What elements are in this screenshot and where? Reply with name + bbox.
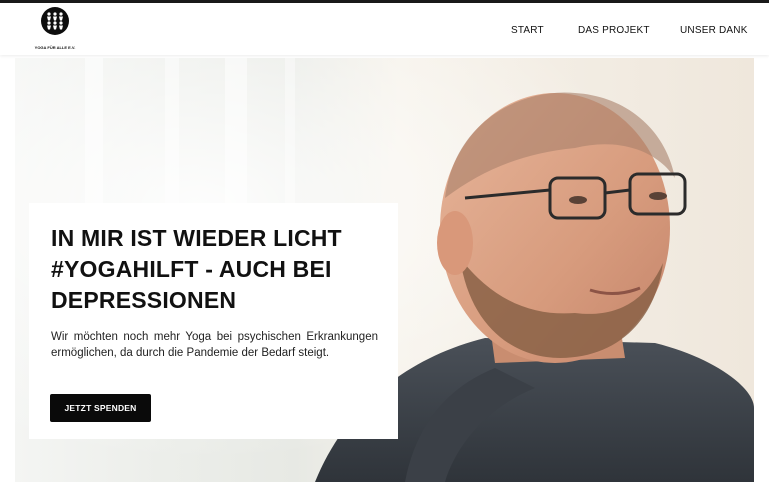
hero-headline: IN MIR IST WIEDER LICHT #YOGAHILFT - AUC… [51,225,342,313]
nav-start[interactable]: START [511,25,544,36]
site-logo[interactable]: YOGA FÜR ALLE E.V. [32,7,76,53]
hero-section: IN MIR IST WIEDER LICHT #YOGAHILFT - AUC… [15,58,754,482]
logo-badge-icon [41,7,69,35]
hero-subtext: Wir möchten noch mehr Yoga bei psychisch… [51,331,378,359]
donate-button[interactable]: JETZT SPENDEN [50,394,151,422]
logo-text: YOGA FÜR ALLE E.V. [34,45,76,50]
nav-unser-dank[interactable]: UNSER DANK [680,25,748,36]
site-header: YOGA FÜR ALLE E.V. START DAS PROJEKT UNS… [0,3,769,55]
nav-das-projekt[interactable]: DAS PROJEKT [578,25,650,36]
hero-card: IN MIR IST WIEDER LICHT #YOGAHILFT - AUC… [29,203,398,439]
